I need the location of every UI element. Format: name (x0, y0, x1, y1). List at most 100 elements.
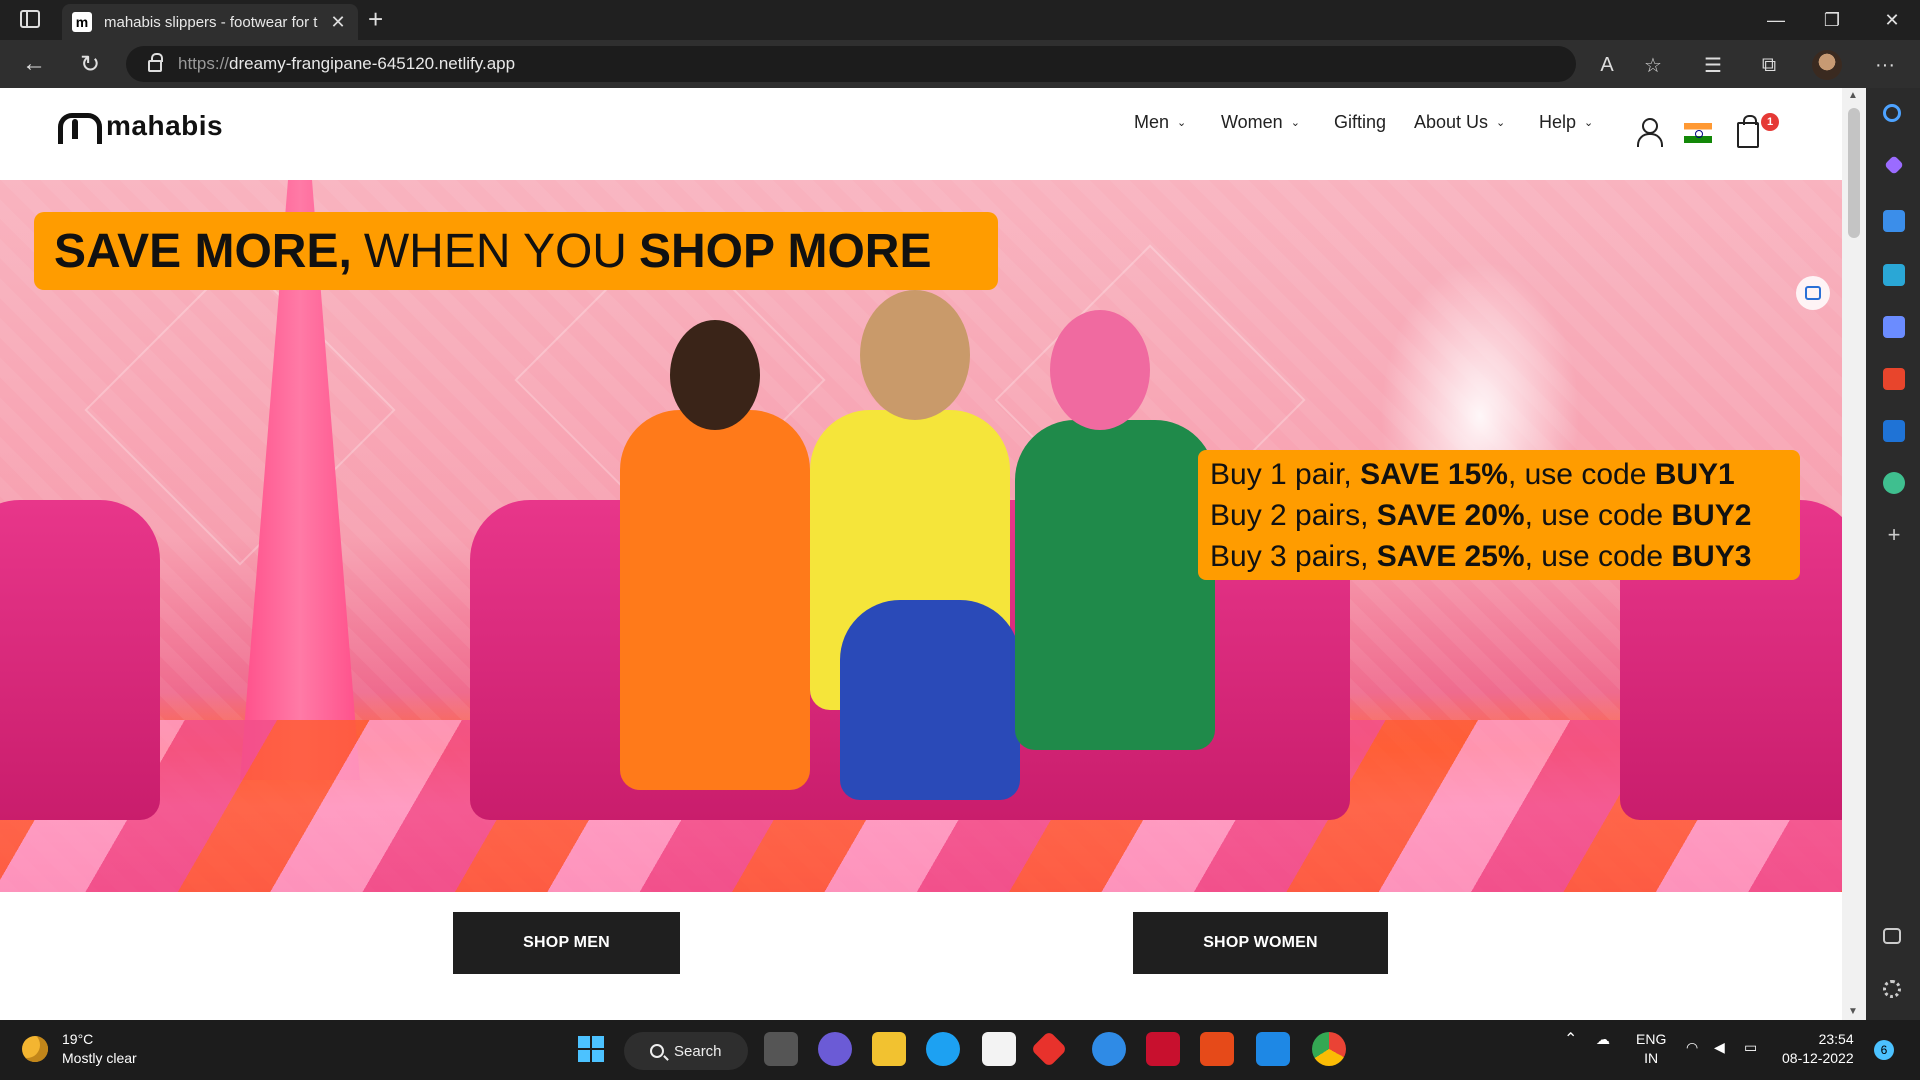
clock[interactable]: 23:54 08-12-2022 (1782, 1030, 1854, 1068)
teams-chat-icon[interactable] (818, 1032, 852, 1066)
nav-item-men[interactable]: Men ⌄ (1134, 112, 1186, 133)
weather-widget[interactable]: 19°C Mostly clear (22, 1030, 137, 1068)
back-button[interactable]: ← (12, 40, 56, 88)
office-icon[interactable] (1200, 1032, 1234, 1066)
start-icon[interactable] (574, 1032, 608, 1066)
tab-title: mahabis slippers - footwear for t (104, 13, 318, 31)
favorites-icon[interactable]: ☰ (1700, 52, 1726, 78)
microsoft-store-icon[interactable] (982, 1032, 1016, 1066)
wifi-icon[interactable]: ◠ (1686, 1038, 1698, 1057)
help-icon[interactable] (1092, 1032, 1126, 1066)
outlook-icon[interactable] (1883, 420, 1905, 442)
offer-text: , use code (1507, 458, 1655, 491)
nav-item-gifting[interactable]: Gifting (1334, 112, 1386, 133)
browser-tab[interactable]: m mahabis slippers - footwear for t ✕ (62, 4, 358, 40)
language-indicator[interactable]: ENG IN (1636, 1030, 1666, 1068)
minimize-button[interactable]: — (1748, 0, 1804, 40)
discover-icon[interactable] (1884, 155, 1904, 175)
site-logo[interactable]: mahabis (58, 110, 223, 144)
offer-save: SAVE 25% (1376, 540, 1525, 573)
tools-icon[interactable] (1883, 264, 1905, 286)
offer-line: Buy 1 pair, SAVE 15%, use code BUY1 (1210, 454, 1788, 495)
hide-sidebar-icon[interactable] (1883, 928, 1901, 944)
windows-taskbar: 19°C Mostly clear Search ⌃ ☁ ENG IN ◠ ◀ … (0, 1020, 1920, 1080)
offer-text: Buy 1 pair, (1210, 458, 1361, 491)
add-favorite-icon[interactable]: ☆ (1640, 52, 1666, 78)
india-flag-icon[interactable] (1684, 123, 1712, 143)
nav-item-about-us[interactable]: About Us ⌄ (1414, 112, 1505, 133)
site-favicon-icon: m (72, 12, 92, 32)
account-icon[interactable] (1636, 118, 1663, 147)
edge-icon[interactable] (926, 1032, 960, 1066)
close-window-button[interactable]: ✕ (1864, 0, 1920, 40)
model-head (1050, 310, 1150, 430)
vscode-icon[interactable] (1256, 1032, 1290, 1066)
onedrive-icon[interactable]: ☁ (1596, 1030, 1610, 1049)
hero-banner[interactable]: SAVE MORE, WHEN YOU SHOP MORE Buy 1 pair, … (0, 180, 1842, 892)
shop-women-button[interactable]: SHOP WOMEN (1133, 912, 1388, 974)
file-explorer-icon[interactable] (872, 1032, 906, 1066)
notification-badge[interactable]: 6 (1874, 1040, 1894, 1060)
url-host: dreamy-frangipane-645120.netlify.app (229, 54, 516, 73)
scroll-up-icon[interactable]: ▲ (1848, 90, 1858, 101)
drop-icon[interactable] (1883, 472, 1905, 494)
browser-sidebar: + (1866, 88, 1920, 1020)
scroll-thumb[interactable] (1848, 108, 1860, 238)
offer-text: , use code (1524, 499, 1672, 532)
nav-label: Men (1134, 111, 1170, 132)
shopping-tag-icon[interactable] (1883, 210, 1905, 232)
lock-icon[interactable] (148, 53, 163, 72)
battery-icon[interactable]: ▭ (1744, 1038, 1757, 1057)
offer-line: Buy 2 pairs, SAVE 20%, use code BUY2 (1210, 495, 1788, 536)
model-orange (620, 410, 810, 790)
lang-code: ENG (1636, 1031, 1667, 1047)
offer-code: BUY3 (1671, 540, 1752, 573)
nav-label: Gifting (1334, 111, 1387, 132)
search-label: Search (674, 1042, 722, 1060)
offer-code: BUY2 (1671, 499, 1752, 532)
model-green (1015, 420, 1215, 750)
scroll-down-icon[interactable]: ▼ (1848, 1006, 1858, 1017)
show-hidden-icons-icon[interactable]: ⌃ (1564, 1030, 1577, 1049)
refresh-button[interactable]: ↻ (68, 40, 112, 88)
offer-text: Buy 2 pairs, (1210, 499, 1377, 532)
nav-item-women[interactable]: Women ⌄ (1221, 112, 1300, 133)
task-view-icon[interactable] (764, 1032, 798, 1066)
nav-item-help[interactable]: Help ⌄ (1539, 112, 1593, 133)
add-sidebar-app-icon[interactable]: + (1883, 524, 1905, 546)
restore-button[interactable]: ❐ (1804, 0, 1860, 40)
mahabis-logo-icon (58, 111, 102, 144)
cart-icon[interactable] (1737, 115, 1759, 148)
chrome-icon[interactable] (1312, 1032, 1346, 1066)
mcafee-icon[interactable] (1146, 1032, 1180, 1066)
page-scrollbar[interactable]: ▲ ▼ (1842, 88, 1866, 1020)
taskbar-search[interactable]: Search (624, 1032, 748, 1070)
time: 23:54 (1818, 1031, 1854, 1047)
read-aloud-icon[interactable]: A (1594, 52, 1620, 78)
nav-label: Women (1221, 111, 1283, 132)
office-icon[interactable] (1883, 368, 1905, 390)
lang-region: IN (1644, 1050, 1659, 1066)
scan-icon (1805, 286, 1821, 300)
tab-actions-icon[interactable] (20, 10, 40, 28)
offer-save: SAVE 15% (1360, 458, 1508, 491)
games-icon[interactable] (1883, 316, 1905, 338)
address-bar[interactable]: https:// dreamy-frangipane-645120.netlif… (126, 46, 1576, 82)
new-tab-button[interactable]: + (368, 4, 383, 35)
shop-men-button[interactable]: SHOP MEN (453, 912, 680, 974)
promo-headline: SAVE MORE, WHEN YOU SHOP MORE (34, 212, 998, 290)
nav-label: About Us (1414, 111, 1489, 132)
model-head (670, 320, 760, 430)
profile-avatar[interactable] (1812, 50, 1842, 80)
date: 08-12-2022 (1782, 1050, 1854, 1066)
close-tab-icon[interactable]: ✕ (328, 12, 348, 33)
more-options-icon[interactable]: ··· (1872, 52, 1898, 78)
visual-search-icon[interactable] (1796, 276, 1830, 310)
browser-toolbar: ← ↻ https:// dreamy-frangipane-645120.ne… (0, 40, 1920, 88)
collections-icon[interactable]: ⧉ (1756, 52, 1782, 78)
search-icon[interactable] (1883, 104, 1901, 122)
sidebar-settings-icon[interactable] (1883, 980, 1901, 998)
volume-icon[interactable]: ◀ (1714, 1038, 1725, 1057)
app-icon[interactable] (1030, 1030, 1068, 1068)
search-icon (650, 1044, 664, 1058)
